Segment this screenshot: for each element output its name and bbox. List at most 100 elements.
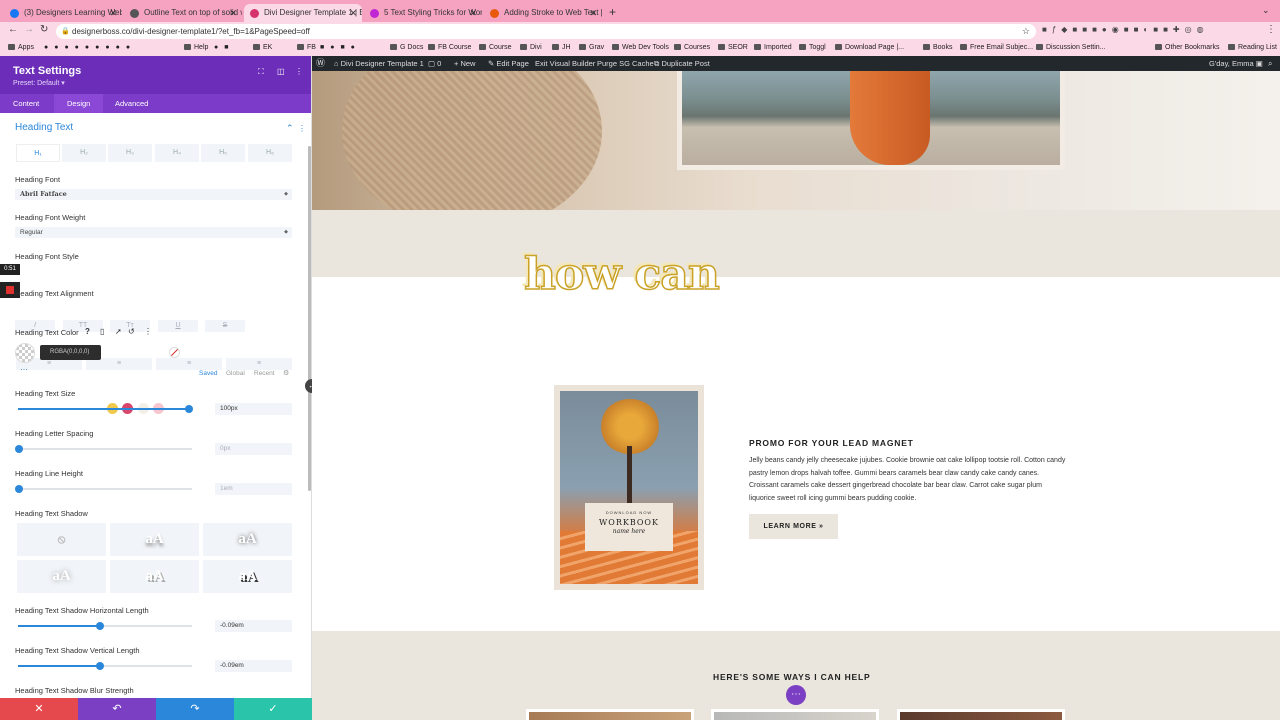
browser-tab-4[interactable]: 5 Text Styling Tricks for WordP...✕ xyxy=(364,4,482,24)
bookmark-fb[interactable]: FB xyxy=(297,41,316,55)
reload-icon[interactable]: ↻ xyxy=(40,24,48,35)
close-tab-icon[interactable]: ✕ xyxy=(589,4,597,22)
bookmark-apps[interactable]: Apps xyxy=(8,41,34,55)
bookmark-misc-icons[interactable]: ■●■● xyxy=(320,41,361,55)
strikethrough-button[interactable]: S xyxy=(205,320,245,332)
shadow-option-4[interactable]: aA xyxy=(110,560,199,593)
underline-button[interactable]: U xyxy=(158,320,198,332)
tab-advanced[interactable]: Advanced xyxy=(102,94,161,113)
close-tab-icon[interactable]: ✕ xyxy=(109,4,117,22)
exit-visual-builder-link[interactable]: Exit Visual Builder xyxy=(535,56,595,71)
slider-knob[interactable] xyxy=(15,445,23,453)
learn-more-button[interactable]: LEARN MORE » xyxy=(749,514,838,539)
letter-spacing-slider[interactable] xyxy=(15,445,192,453)
heading-level-h1[interactable]: H₁ xyxy=(16,144,60,162)
bookmark-web-dev-tools[interactable]: Web Dev Tools xyxy=(612,41,669,55)
slider-knob[interactable] xyxy=(15,485,23,493)
more-options-icon[interactable]: ⋮ xyxy=(295,67,303,76)
tab-design[interactable]: Design xyxy=(54,94,104,113)
browser-tab-1[interactable]: (3) Designers Learning Web De...✕ xyxy=(4,4,122,24)
duplicate-post-link[interactable]: ⧉ Duplicate Post xyxy=(654,56,710,71)
close-tab-icon[interactable]: ✕ xyxy=(469,4,477,22)
letter-spacing-input[interactable]: 0px xyxy=(215,443,292,455)
section-title[interactable]: Heading Text xyxy=(15,122,73,133)
color-settings-icon[interactable]: ⚙ xyxy=(283,369,289,377)
outlined-heading[interactable]: how can xyxy=(523,248,720,301)
bookmark-reading-list[interactable]: Reading List xyxy=(1228,41,1277,55)
shadow-vertical-slider[interactable] xyxy=(18,662,192,670)
bookmark-download-page[interactable]: Download Page |... xyxy=(835,41,904,55)
extension-icons[interactable]: ■ƒ◆■■■●◉■■◐■■✚◎◍ xyxy=(1042,25,1209,34)
bookmark-imported[interactable]: Imported xyxy=(754,41,792,55)
bookmark-icons[interactable]: ●●●●●●●●● xyxy=(44,41,136,55)
shadow-option-2[interactable]: aA xyxy=(203,523,292,556)
preset-selector[interactable]: Preset: Default ▾ xyxy=(13,79,65,87)
split-view-icon[interactable]: ◫ xyxy=(277,67,285,76)
color-menu-icon[interactable]: ⋮ xyxy=(144,327,152,336)
section-menu-icon[interactable]: ⋮ xyxy=(298,124,306,133)
shadow-option-3[interactable]: aA xyxy=(17,560,106,593)
shadow-option-1[interactable]: aA xyxy=(110,523,199,556)
bookmark-courses[interactable]: Courses xyxy=(674,41,710,55)
redo-button[interactable]: ↷ xyxy=(156,698,234,720)
panel-scrollbar[interactable] xyxy=(308,146,311,491)
close-tab-icon[interactable]: ✕ xyxy=(349,4,357,22)
edit-page-link[interactable]: ✎ Edit Page xyxy=(488,56,529,71)
comments-link[interactable]: ▢ 0 xyxy=(428,56,441,71)
forward-icon[interactable]: → xyxy=(24,24,34,35)
bookmark-other[interactable]: Other Bookmarks xyxy=(1155,41,1219,55)
bookmark-discussion[interactable]: Discussion Settin... xyxy=(1036,41,1106,55)
bookmark-ek[interactable]: EK xyxy=(253,41,272,55)
heading-level-h4[interactable]: H₄ xyxy=(155,144,199,162)
bookmark-course[interactable]: Course xyxy=(479,41,512,55)
undo-button[interactable]: ↶ xyxy=(78,698,156,720)
hover-icon[interactable]: ➚ xyxy=(115,327,122,336)
user-greeting[interactable]: G'day, Emma ▣ xyxy=(1209,56,1263,71)
close-tab-icon[interactable]: ✕ xyxy=(229,4,237,22)
tab-content[interactable]: Content xyxy=(0,94,52,113)
shadow-option-5[interactable]: aA xyxy=(203,560,292,593)
bookmark-toggl[interactable]: Toggl xyxy=(799,41,826,55)
responsive-icon[interactable]: ▯ xyxy=(100,327,104,336)
wordpress-icon[interactable]: Ⓦ xyxy=(316,56,325,71)
heading-font-select[interactable]: Abril Fatface xyxy=(15,189,292,200)
add-module-icon[interactable]: ⋯ xyxy=(786,685,806,705)
expand-icon[interactable]: ⛶ xyxy=(258,67,264,77)
browser-tab-3-active[interactable]: Divi Designer Template 1 | By A...✕ xyxy=(244,4,362,24)
browser-tab-5[interactable]: Adding Stroke to Web Text | C...✕ xyxy=(484,4,602,24)
collapse-icon[interactable]: ⌃ xyxy=(286,123,294,134)
bookmark-star-icon[interactable]: ☆ xyxy=(1022,24,1030,39)
tab-search-icon[interactable]: ⌄ xyxy=(1262,5,1270,16)
slider-knob[interactable] xyxy=(96,622,104,630)
url-input[interactable]: 🔒 designerboss.co/divi-designer-template… xyxy=(56,24,1036,39)
no-color-swatch[interactable] xyxy=(169,347,180,358)
save-button[interactable]: ✓ xyxy=(234,698,312,720)
slider-knob[interactable] xyxy=(96,662,104,670)
purge-cache-link[interactable]: Purge SG Cache xyxy=(597,56,654,71)
color-tab-global[interactable]: Global xyxy=(226,370,245,377)
bookmark-help[interactable]: Help xyxy=(184,41,208,55)
heading-level-h5[interactable]: H₅ xyxy=(201,144,245,162)
bookmark-extra-icons[interactable]: ●■ xyxy=(214,41,234,55)
line-height-input[interactable]: 1em xyxy=(215,483,292,495)
line-height-slider[interactable] xyxy=(15,485,192,493)
slider-knob[interactable] xyxy=(185,405,193,413)
search-icon[interactable]: ⌕ xyxy=(1268,56,1272,71)
site-name-link[interactable]: ⌂ Divi Designer Template 1 xyxy=(334,56,424,71)
new-tab-icon[interactable]: + xyxy=(609,5,616,19)
back-icon[interactable]: ← xyxy=(8,24,18,35)
help-icon[interactable]: ? xyxy=(85,327,90,336)
align-right-button[interactable]: ≡ xyxy=(156,358,222,370)
heading-level-h6[interactable]: H₆ xyxy=(248,144,292,162)
bookmark-jh[interactable]: JH xyxy=(552,41,571,55)
bookmark-fb-course[interactable]: FB Course xyxy=(428,41,471,55)
color-tab-recent[interactable]: Recent xyxy=(254,370,275,377)
bookmark-seor[interactable]: SEOR xyxy=(718,41,748,55)
shadow-horizontal-input[interactable]: -0.09em xyxy=(215,620,292,632)
heading-size-slider[interactable] xyxy=(18,405,193,413)
heading-level-h3[interactable]: H₃ xyxy=(108,144,152,162)
shadow-horizontal-slider[interactable] xyxy=(18,622,192,630)
shadow-none-option[interactable]: ⦸ xyxy=(17,523,106,556)
bookmark-books[interactable]: Books xyxy=(923,41,952,55)
transparent-color-swatch[interactable] xyxy=(15,343,35,363)
